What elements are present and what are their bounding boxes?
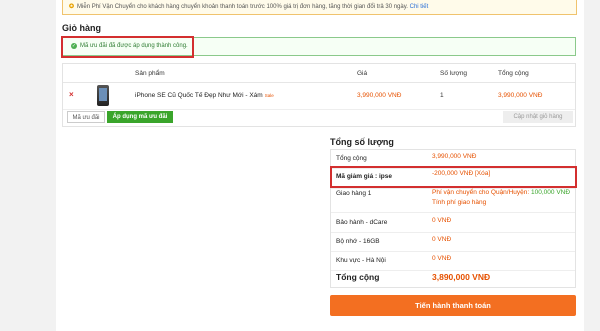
calculate-shipping-link[interactable]: Tính phí giao hàng (432, 199, 486, 206)
storage-value: 0 VNĐ (432, 236, 452, 243)
grand-total-label: Tổng cộng (336, 272, 380, 282)
shipping-notice: ✪ Miễn Phí Vận Chuyển cho khách hàng chuy… (62, 0, 577, 15)
notice-detail-link[interactable]: Chi tiết (410, 4, 429, 10)
item-total: 3,990,000 VNĐ (498, 92, 543, 99)
col-price: Giá (357, 70, 368, 77)
product-name-text[interactable]: iPhone SE Cũ Quốc Tế Đẹp Như Mới - Xám (135, 92, 263, 99)
coupon-input[interactable]: Mã ưu đãi (67, 111, 105, 123)
cart-table-header: Sản phẩm Giá Số lượng Tổng cộng (63, 64, 575, 83)
checkout-button[interactable]: Tiến hành thanh toán (330, 295, 576, 316)
product-thumbnail[interactable] (97, 85, 109, 106)
totals-title: Tổng số lượng (330, 137, 394, 147)
region-row: Khu vực - Hà Nội 0 VNĐ (331, 251, 575, 271)
sale-badge: Sale (264, 93, 274, 98)
warranty-value: 0 VNĐ (432, 217, 452, 224)
storage-label: Bộ nhớ - 16GB (336, 238, 380, 245)
cart-table: Sản phẩm Giá Số lượng Tổng cộng × iPhone… (62, 63, 576, 127)
grand-total-row: Tổng cộng 3,890,000 VNĐ (331, 270, 575, 288)
warranty-row: Bảo hành - dCare 0 VNĐ (331, 212, 575, 233)
shipping-label: Giao hàng 1 (336, 190, 372, 197)
cart-title: Giỏ hàng (62, 23, 101, 33)
shipping-info: Phí vận chuyển cho Quận/Huyện: 100,000 V… (432, 189, 570, 196)
info-icon: ✪ (69, 4, 75, 10)
update-cart-button[interactable]: Cập nhật giỏ hàng (503, 111, 573, 123)
item-quantity[interactable]: 1 (440, 92, 444, 99)
subtotal-label: Tổng cộng (336, 155, 367, 162)
col-product: Sản phẩm (135, 70, 165, 77)
region-value: 0 VNĐ (432, 255, 452, 262)
product-name[interactable]: iPhone SE Cũ Quốc Tế Đẹp Như Mới - Xám Sa… (135, 92, 274, 99)
apply-coupon-button[interactable]: Áp dụng mã ưu đãi (107, 111, 173, 123)
col-total: Tổng cộng (498, 70, 529, 77)
notice-text: Miễn Phí Vận Chuyển cho khách hàng chuyể… (77, 4, 408, 10)
shipping-fee: 100,000 VNĐ (531, 189, 571, 196)
region-label: Khu vực - Hà Nội (336, 257, 386, 264)
warranty-label: Bảo hành - dCare (336, 219, 388, 226)
storage-row: Bộ nhớ - 16GB 0 VNĐ (331, 232, 575, 252)
shipping-text: Phí vận chuyển cho Quận/Huyện: (432, 189, 530, 196)
table-row: × iPhone SE Cũ Quốc Tế Đẹp Như Mới - Xám… (63, 82, 575, 110)
subtotal-value: 3,990,000 VNĐ (432, 153, 477, 160)
item-price: 3,990,000 VNĐ (357, 92, 402, 99)
shipping-row: Giao hàng 1 Phí vận chuyển cho Quận/Huyệ… (331, 188, 575, 213)
remove-item-icon[interactable]: × (69, 90, 74, 99)
highlight-box-coupon (330, 166, 577, 188)
highlight-box-success (61, 36, 194, 58)
grand-total-value: 3,890,000 VNĐ (432, 272, 491, 282)
col-quantity: Số lượng (440, 70, 468, 77)
